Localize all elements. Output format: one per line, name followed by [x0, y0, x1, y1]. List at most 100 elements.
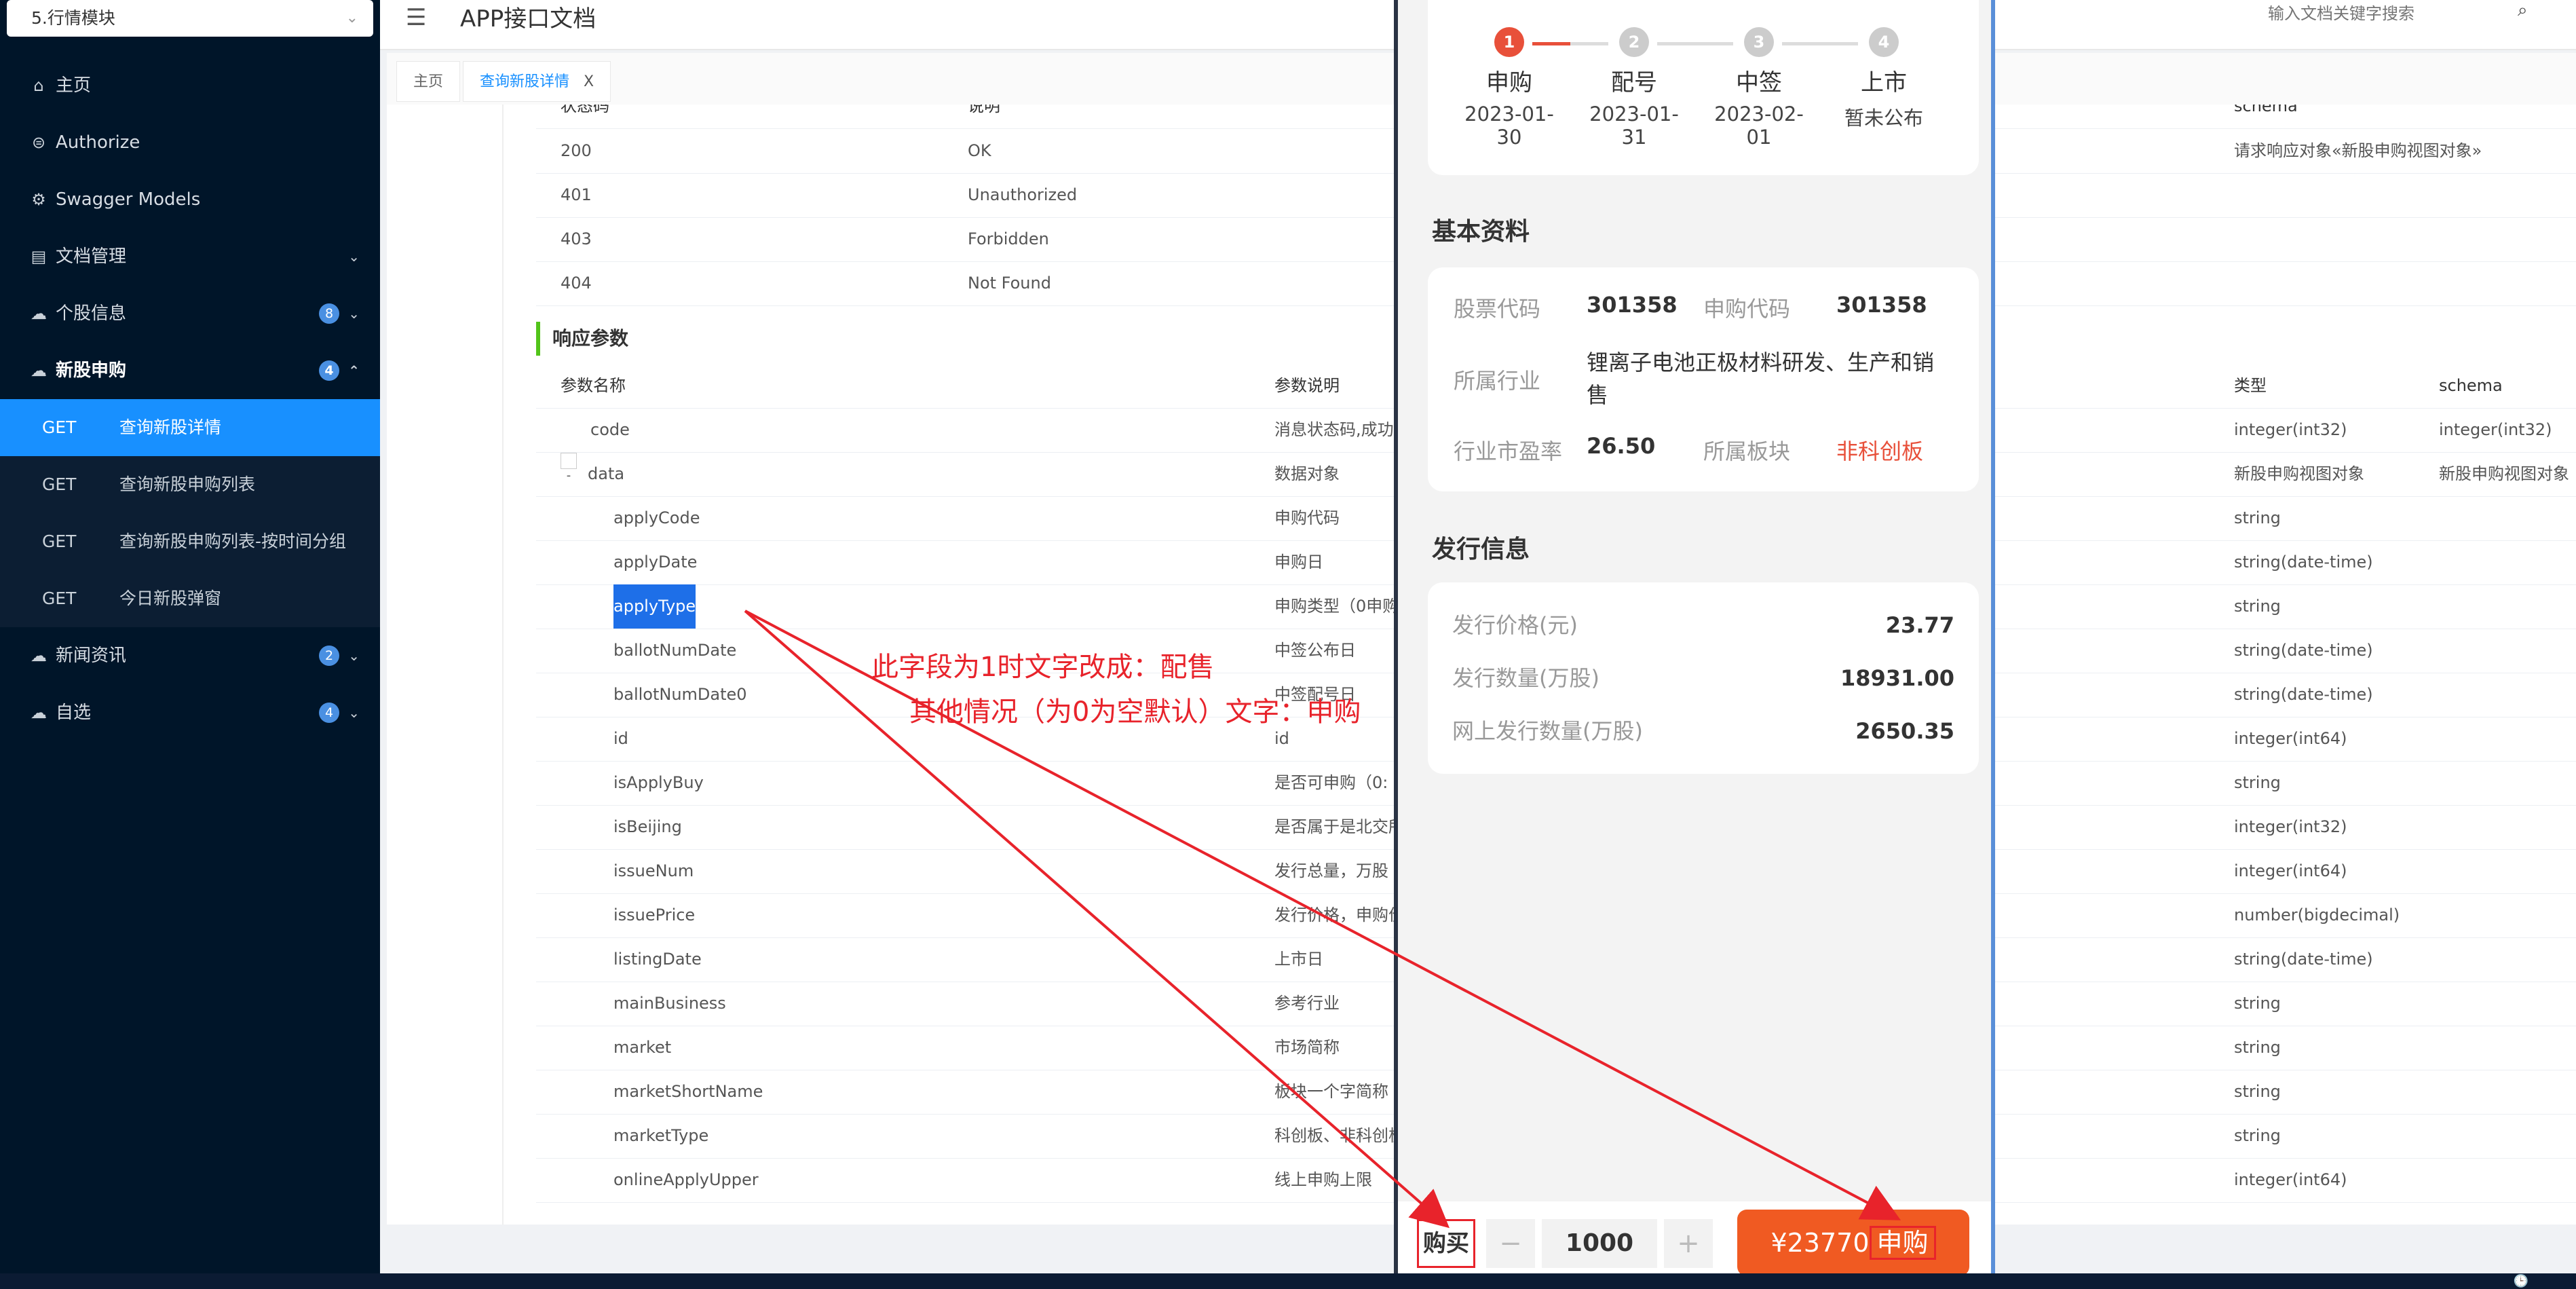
step-date: 2023-02-01: [1714, 102, 1804, 149]
tab-home[interactable]: 主页: [396, 61, 461, 102]
annotation-line: 其他情况（为0为空默认）文字：申购: [909, 696, 1361, 728]
issue-label: 发行价格(元): [1452, 612, 1578, 638]
param-name-selected[interactable]: applyType: [613, 584, 696, 629]
clock-icon: 🕒: [2513, 1274, 2528, 1288]
submenu-item-today-popup[interactable]: GET 今日新股弹窗: [0, 570, 380, 627]
param-desc: 是否可申购（0:: [1274, 773, 1388, 792]
issue-row: 发行数量(万股) 18931.00: [1452, 654, 1954, 702]
sidebar-item-home[interactable]: ⌂ 主页: [0, 57, 380, 114]
key-icon: ⊜: [31, 133, 46, 152]
status-code: 403: [561, 229, 592, 248]
tab-label: 主页: [413, 73, 444, 90]
sidebar-item-doc-management[interactable]: ▤ 文档管理 ⌄: [0, 228, 380, 285]
progress-step: 4 上市 暂未公布: [1830, 27, 1938, 131]
param-name: listingDate: [613, 950, 702, 969]
sidebar-item-news[interactable]: ☁ 新闻资讯 2 ⌄: [0, 627, 380, 684]
issue-label: 网上发行数量(万股): [1452, 718, 1643, 744]
section-title: 响应参数: [536, 322, 628, 356]
collapse-toggle[interactable]: -: [561, 453, 577, 483]
status-code: 200: [561, 141, 592, 160]
param-type: string: [2234, 773, 2281, 792]
http-method: GET: [42, 474, 77, 494]
cloud-icon: ☁: [31, 703, 47, 722]
cloud-icon: ☁: [31, 304, 47, 323]
param-name: ballotNumDate0: [613, 685, 747, 704]
issue-value: 18931.00: [1840, 665, 1954, 691]
status-desc: Forbidden: [968, 229, 1049, 248]
divider: [502, 105, 504, 1225]
param-desc: 数据对象: [1274, 464, 1340, 483]
param-name: marketShortName: [613, 1082, 763, 1101]
param-name: id: [613, 729, 628, 748]
param-type: string(date-time): [2234, 553, 2373, 572]
tab-ipo-detail[interactable]: 查询新股详情 X: [463, 61, 611, 102]
close-icon[interactable]: X: [584, 73, 594, 90]
step-name: 申购: [1486, 69, 1532, 96]
column-header: 类型: [2234, 376, 2267, 395]
param-type: integer(int32): [2234, 817, 2347, 836]
annotation-note: 此字段为1时文字改成：配售 其他情况（为0为空默认）文字：申购: [871, 645, 1361, 734]
param-desc: 发行价格，申购价: [1274, 905, 1405, 924]
step-name: 上市: [1861, 69, 1907, 96]
info-label: 所属行业: [1454, 368, 1541, 394]
info-label: 股票代码: [1454, 296, 1541, 322]
quantity-field[interactable]: 1000: [1542, 1219, 1657, 1268]
info-label: 行业市盈率: [1454, 438, 1563, 464]
section-title: 发行信息: [1432, 536, 1530, 563]
issue-row: 发行价格(元) 23.77: [1452, 601, 1954, 649]
info-value: 301358: [1836, 292, 1927, 318]
chevron-up-icon: ⌃: [348, 362, 360, 379]
param-name: marketType: [613, 1126, 709, 1145]
param-type: string(date-time): [2234, 641, 2373, 660]
param-name: market: [613, 1038, 672, 1057]
submenu-item-ipo-list[interactable]: GET 查询新股申购列表: [0, 456, 380, 513]
submenu-item-ipo-detail[interactable]: GET 查询新股详情: [0, 399, 380, 456]
http-method: GET: [42, 531, 77, 551]
step-number: 4: [1869, 27, 1899, 57]
param-type: string: [2234, 1126, 2281, 1145]
param-type: string(date-time): [2234, 685, 2373, 704]
param-name: isBeijing: [613, 817, 682, 836]
os-taskbar: 🕒: [0, 1273, 2576, 1289]
apply-button[interactable]: ¥23770 申购: [1737, 1210, 1969, 1276]
info-value: 26.50: [1587, 433, 1656, 459]
sidebar-item-label: 个股信息: [56, 303, 127, 324]
column-header: 参数名称: [561, 376, 626, 395]
sidebar-item-stock-info[interactable]: ☁ 个股信息 8 ⌄: [0, 285, 380, 342]
sidebar-item-ipo[interactable]: ☁ 新股申购 4 ⌃: [0, 342, 380, 399]
step-date: 2023-01-30: [1464, 102, 1554, 149]
sidebar-item-label: Authorize: [56, 132, 140, 153]
param-name: onlineApplyUpper: [613, 1170, 759, 1189]
sidebar-item-watchlist[interactable]: ☁ 自选 4 ⌄: [0, 684, 380, 741]
param-name: code: [590, 420, 630, 439]
sidebar-item-authorize[interactable]: ⊜ Authorize: [0, 114, 380, 171]
param-desc: 申购类型（0申购: [1274, 597, 1399, 616]
module-select-value: 5.行情模块: [31, 8, 115, 28]
step-name: 中签: [1736, 69, 1782, 96]
param-name: applyDate: [613, 553, 698, 572]
count-badge: 2: [319, 646, 339, 666]
search-icon[interactable]: ⌕: [2518, 0, 2528, 21]
apply-action-label: 申购: [1869, 1226, 1936, 1260]
menu-toggle-icon[interactable]: ☰: [406, 4, 426, 31]
quantity-decrement-button[interactable]: −: [1486, 1219, 1535, 1268]
status-desc: Unauthorized: [968, 185, 1078, 204]
submenu-item-label: 查询新股申购列表: [119, 474, 256, 494]
tab-label: 查询新股详情: [480, 73, 570, 90]
step-number: 1: [1494, 27, 1524, 57]
chevron-down-icon: ⌄: [348, 648, 360, 664]
quantity-increment-button[interactable]: +: [1664, 1219, 1713, 1268]
sidebar-item-label: Swagger Models: [56, 189, 201, 210]
sidebar-item-swagger-models[interactable]: ⚙ Swagger Models: [0, 171, 380, 228]
search-input[interactable]: [2267, 0, 2554, 27]
sidebar-item-label: 新闻资讯: [56, 646, 127, 666]
submenu-item-ipo-list-grouped[interactable]: GET 查询新股申购列表-按时间分组: [0, 513, 380, 570]
http-method: GET: [42, 589, 77, 608]
step-number: 2: [1619, 27, 1649, 57]
column-header: 说明: [968, 105, 1000, 115]
board-value: 非科创板: [1836, 438, 1924, 464]
module-select[interactable]: 5.行情模块 ⌄: [7, 0, 373, 37]
param-name-cell: - data: [561, 452, 624, 496]
ipo-progress-card: 1 申购 2023-01-30 2 配号 2023-01-31 3 中签 202…: [1428, 0, 1979, 175]
param-type: string: [2234, 597, 2281, 616]
